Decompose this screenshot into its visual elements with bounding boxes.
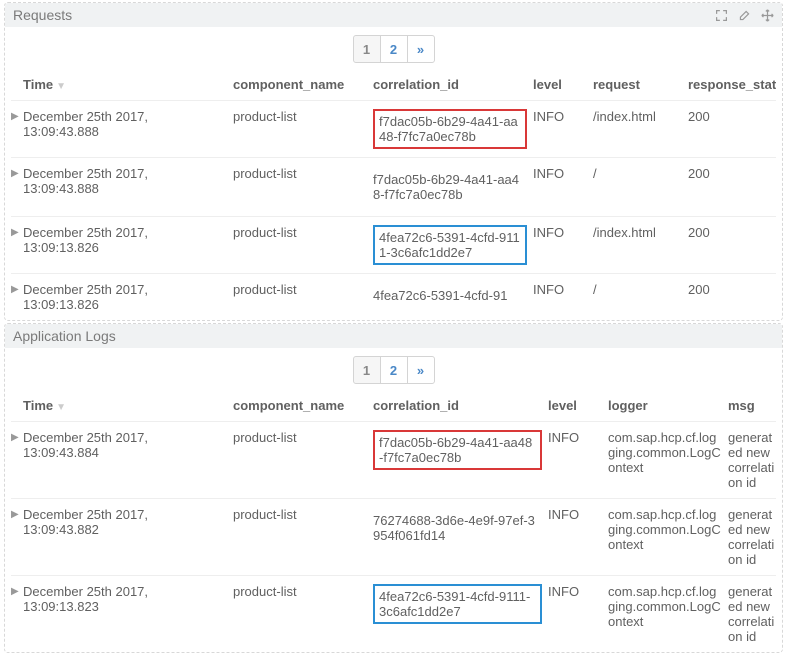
applogs-table: Time▼ component_name correlation_id leve… [11,390,776,652]
applogs-title: Application Logs [13,328,774,344]
cell-component: product-list [233,584,373,599]
cell-component: product-list [233,166,373,181]
cell-response-status: 200 [688,109,776,124]
col-logger[interactable]: logger [608,398,728,413]
table-header-row: Time▼ component_name correlation_id leve… [11,69,776,100]
cell-level: INFO [533,166,593,181]
expand-caret-icon[interactable]: ▶ [11,166,23,179]
cell-logger: com.sap.hcp.cf.logging.common.LogContext [608,430,728,475]
page-next[interactable]: » [407,35,435,63]
expand-icon[interactable] [715,9,728,22]
col-msg[interactable]: msg [728,398,776,413]
cell-correlation: 4fea72c6-5391-4cfd-91 [373,282,533,309]
cell-level: INFO [548,507,608,522]
cell-level: INFO [533,109,593,124]
expand-caret-icon[interactable]: ▶ [11,225,23,238]
table-row: ▶ December 25th 2017, 13:09:43.888 produ… [11,157,776,216]
table-row: ▶ December 25th 2017, 13:09:43.884 produ… [11,421,776,498]
expand-caret-icon[interactable]: ▶ [11,584,23,597]
requests-title: Requests [13,7,715,23]
cell-request: /index.html [593,109,688,124]
edit-icon[interactable] [738,9,751,22]
col-component[interactable]: component_name [233,398,373,413]
requests-panel: Requests 1 2 » Time▼ component_name corr… [4,2,783,321]
requests-pager: 1 2 » [11,33,776,69]
col-time[interactable]: Time [23,398,53,413]
cell-time: December 25th 2017, 13:09:43.884 [23,430,233,460]
sort-desc-icon: ▼ [56,402,66,413]
cell-correlation: 4fea72c6-5391-4cfd-9111-3c6afc1dd2e7 [373,584,548,624]
table-row: ▶ December 25th 2017, 13:09:13.826 produ… [11,273,776,320]
page-1[interactable]: 1 [353,356,381,384]
col-request[interactable]: request [593,77,688,92]
table-header-row: Time▼ component_name correlation_id leve… [11,390,776,421]
cell-correlation: f7dac05b-6b29-4a41-aa48-f7fc7a0ec78b [373,166,533,208]
page-next[interactable]: » [407,356,435,384]
move-icon[interactable] [761,9,774,22]
cell-component: product-list [233,225,373,240]
cell-msg: generated new correlation id [728,584,776,644]
sort-desc-icon: ▼ [56,81,66,92]
cell-time: December 25th 2017, 13:09:43.888 [23,166,233,196]
cell-component: product-list [233,430,373,445]
applogs-pager: 1 2 » [11,354,776,390]
cell-correlation: f7dac05b-6b29-4a41-aa48-f7fc7a0ec78b [373,430,548,470]
expand-caret-icon[interactable]: ▶ [11,430,23,443]
cell-correlation: 76274688-3d6e-4e9f-97ef-3954f061fd14 [373,507,548,549]
cell-component: product-list [233,109,373,124]
cell-msg: generated new correlation id [728,430,776,490]
cell-logger: com.sap.hcp.cf.logging.common.LogContext [608,584,728,629]
cell-level: INFO [548,430,608,445]
cell-correlation: f7dac05b-6b29-4a41-aa48-f7fc7a0ec78b [373,109,533,149]
expand-caret-icon[interactable]: ▶ [11,109,23,122]
page-2[interactable]: 2 [380,35,408,63]
cell-request: / [593,282,688,297]
table-row: ▶ December 25th 2017, 13:09:43.888 produ… [11,100,776,157]
table-row: ▶ December 25th 2017, 13:09:13.823 produ… [11,575,776,652]
expand-caret-icon[interactable]: ▶ [11,282,23,295]
cell-request: / [593,166,688,181]
cell-component: product-list [233,282,373,297]
page-2[interactable]: 2 [380,356,408,384]
applogs-header: Application Logs [5,324,782,348]
cell-time: December 25th 2017, 13:09:43.882 [23,507,233,537]
col-component[interactable]: component_name [233,77,373,92]
cell-msg: generated new correlation id [728,507,776,567]
requests-scroll[interactable]: Time▼ component_name correlation_id leve… [11,69,776,320]
cell-time: December 25th 2017, 13:09:13.823 [23,584,233,614]
cell-time: December 25th 2017, 13:09:13.826 [23,225,233,255]
applogs-panel: Application Logs 1 2 » Time▼ component_n… [4,323,783,653]
cell-level: INFO [548,584,608,599]
table-row: ▶ December 25th 2017, 13:09:13.826 produ… [11,216,776,273]
cell-response-status: 200 [688,225,776,240]
requests-header: Requests [5,3,782,27]
cell-time: December 25th 2017, 13:09:43.888 [23,109,233,139]
page-1[interactable]: 1 [353,35,381,63]
col-level[interactable]: level [548,398,608,413]
cell-correlation: 4fea72c6-5391-4cfd-9111-3c6afc1dd2e7 [373,225,533,265]
cell-level: INFO [533,225,593,240]
cell-component: product-list [233,507,373,522]
cell-request: /index.html [593,225,688,240]
col-level[interactable]: level [533,77,593,92]
cell-level: INFO [533,282,593,297]
col-correlation[interactable]: correlation_id [373,398,548,413]
cell-logger: com.sap.hcp.cf.logging.common.LogContext [608,507,728,552]
cell-response-status: 200 [688,166,776,181]
cell-time: December 25th 2017, 13:09:13.826 [23,282,233,312]
cell-response-status: 200 [688,282,776,297]
expand-caret-icon[interactable]: ▶ [11,507,23,520]
col-time[interactable]: Time [23,77,53,92]
requests-table: Time▼ component_name correlation_id leve… [11,69,776,320]
col-response-status[interactable]: response_status [688,77,776,92]
col-correlation[interactable]: correlation_id [373,77,533,92]
